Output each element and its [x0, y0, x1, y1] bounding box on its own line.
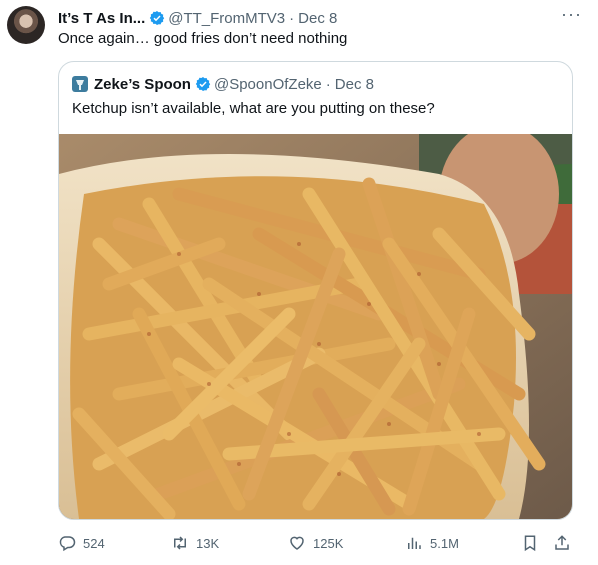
quoted-author-handle[interactable]: @SpoonOfZeke — [214, 76, 322, 93]
views-button[interactable]: 5.1M — [405, 534, 459, 552]
bookmark-button[interactable] — [521, 534, 539, 552]
heart-icon — [290, 536, 304, 550]
reply-icon — [59, 536, 76, 552]
bookmark-icon — [524, 535, 536, 552]
author-avatar[interactable] — [7, 6, 45, 44]
views-chart-icon — [408, 537, 421, 549]
quoted-tweet-text: Ketchup isn’t available, what are you pu… — [72, 100, 435, 117]
quoted-author-name[interactable]: Zeke’s Spoon — [94, 76, 191, 93]
share-icon — [555, 535, 569, 550]
views-count: 5.1M — [430, 535, 459, 551]
retweet-button[interactable]: 13K — [171, 534, 219, 552]
author-handle[interactable]: @TT_FromMTV3 — [168, 10, 285, 27]
tweet-date[interactable]: Dec 8 — [298, 10, 337, 27]
retweet-count: 13K — [196, 535, 220, 551]
like-count: 125K — [313, 535, 344, 551]
meta-separator: · — [289, 9, 295, 27]
tweet-actions: 524 13K 125K 5.1M — [58, 532, 584, 554]
verified-badge-icon — [195, 77, 211, 91]
quoted-tweet[interactable]: Zeke’s Spoon @SpoonOfZeke · Dec 8 Ketchu… — [58, 61, 573, 520]
more-horizontal-icon[interactable]: ··· — [561, 4, 582, 25]
reply-button[interactable]: 524 — [58, 534, 105, 552]
quoted-author-avatar — [72, 76, 88, 92]
tweet-header: It’s T As In... @TT_FromMTV3 · Dec 8 — [58, 8, 578, 28]
like-button[interactable]: 125K — [288, 534, 343, 552]
fries-photo-illustration — [59, 134, 572, 519]
quoted-tweet-header: Zeke’s Spoon @SpoonOfZeke · Dec 8 — [72, 74, 374, 94]
reply-count: 524 — [83, 535, 105, 551]
share-button[interactable] — [553, 534, 571, 552]
tweet-text: Once again… good fries don’t need nothin… — [58, 30, 348, 47]
author-name[interactable]: It’s T As In... — [58, 10, 145, 27]
verified-badge-icon — [150, 11, 165, 25]
fries-photo[interactable] — [59, 134, 572, 519]
quoted-tweet-date[interactable]: Dec 8 — [335, 76, 374, 93]
retweet-icon — [174, 536, 186, 550]
meta-separator: · — [325, 75, 331, 93]
